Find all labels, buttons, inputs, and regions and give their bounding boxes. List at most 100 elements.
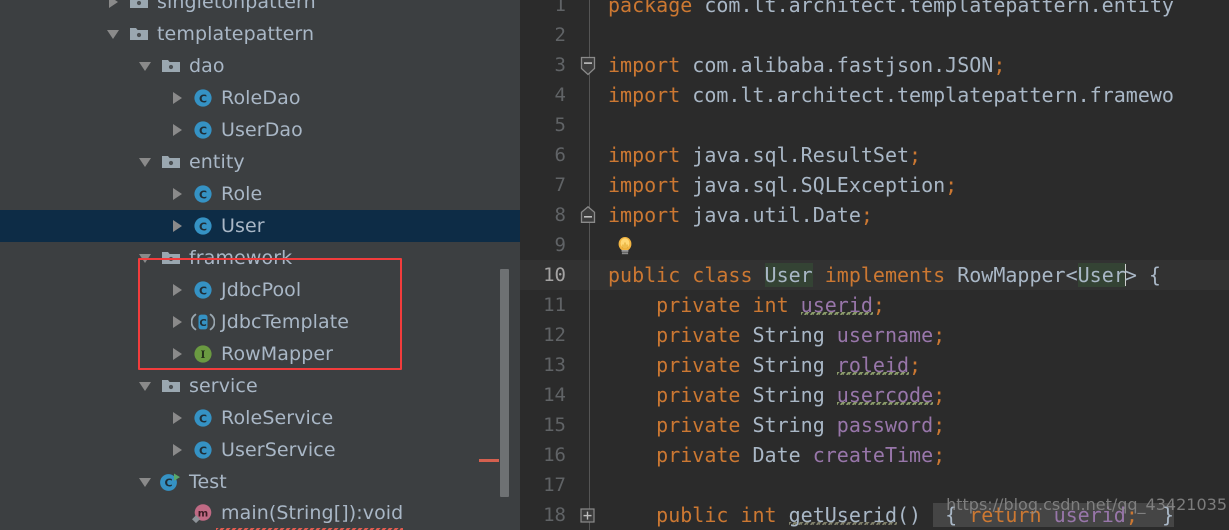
tree-row[interactable]: C UserService bbox=[0, 434, 520, 466]
chevron-right-icon[interactable] bbox=[164, 188, 190, 200]
ide-window: singletonpattern templatepattern dao C RoleD… bbox=[0, 0, 1229, 530]
line-number: 2 bbox=[554, 24, 566, 46]
line-number: 16 bbox=[543, 444, 566, 466]
tree-row[interactable]: m main(String[]):void bbox=[0, 496, 520, 530]
line-number: 7 bbox=[554, 174, 566, 196]
code-text[interactable]: import com.lt.architect.templatepattern.… bbox=[608, 80, 1174, 110]
editor-line[interactable]: 14 private String usercode; bbox=[520, 380, 1229, 410]
code-token: String bbox=[752, 353, 837, 377]
code-token: User bbox=[1077, 263, 1126, 287]
class-icon: C bbox=[190, 216, 216, 236]
tree-row[interactable]: C RoleService bbox=[0, 402, 520, 434]
tree-row[interactable]: C JdbcTemplate bbox=[0, 306, 520, 338]
code-token: Date bbox=[752, 443, 813, 467]
editor-lines[interactable]: 1 package com.lt.architect.templatepatter… bbox=[520, 0, 1229, 530]
editor-line[interactable]: 2 bbox=[520, 20, 1229, 50]
code-token: java.sql.ResultSet bbox=[692, 143, 910, 167]
chevron-right-icon[interactable] bbox=[164, 284, 190, 296]
fold-gutter bbox=[572, 230, 608, 260]
tree-item-label: RoleService bbox=[221, 407, 334, 429]
code-text[interactable]: public class User implements RowMapper<U… bbox=[608, 260, 1161, 290]
chevron-down-icon[interactable] bbox=[132, 381, 158, 391]
svg-text:C: C bbox=[199, 318, 206, 329]
code-text[interactable]: private String username; bbox=[608, 320, 945, 350]
tree-row[interactable]: C RoleDao bbox=[0, 82, 520, 114]
fold-gutter bbox=[572, 320, 608, 350]
chevron-right-icon[interactable] bbox=[100, 0, 126, 8]
chevron-right-icon[interactable] bbox=[164, 444, 190, 456]
editor-line[interactable]: 13 private String roleid; bbox=[520, 350, 1229, 380]
code-text[interactable]: import java.sql.ResultSet; bbox=[608, 140, 921, 170]
editor-line[interactable]: 4 import com.lt.architect.templatepattern… bbox=[520, 80, 1229, 110]
chevron-right-icon[interactable] bbox=[164, 220, 190, 232]
code-text[interactable]: private String password; bbox=[608, 410, 945, 440]
editor-line[interactable]: 9 bbox=[520, 230, 1229, 260]
editor-line[interactable]: 10 public class User implements RowMapper… bbox=[520, 260, 1229, 290]
editor-line[interactable]: 16 private Date createTime; bbox=[520, 440, 1229, 470]
tree-item-label: User bbox=[221, 215, 265, 237]
line-number: 4 bbox=[554, 84, 566, 106]
folder-icon bbox=[158, 58, 184, 74]
code-token: String bbox=[752, 413, 837, 437]
intention-bulb-icon[interactable] bbox=[615, 235, 635, 261]
editor-line[interactable]: 15 private String password; bbox=[520, 410, 1229, 440]
fold-gutter bbox=[572, 380, 608, 410]
code-text[interactable]: private String roleid; bbox=[608, 350, 921, 380]
tree-item-label: singletonpattern bbox=[157, 0, 316, 13]
tree-row[interactable]: C JdbcPool bbox=[0, 274, 520, 306]
editor-line[interactable]: 11 private int userid; bbox=[520, 290, 1229, 320]
project-tree[interactable]: singletonpattern templatepattern dao C RoleD… bbox=[0, 0, 520, 530]
line-number: 10 bbox=[543, 264, 566, 286]
editor-line[interactable]: 7 import java.sql.SQLException; bbox=[520, 170, 1229, 200]
tree-row[interactable]: entity bbox=[0, 146, 520, 178]
chevron-right-icon[interactable] bbox=[164, 316, 190, 328]
chevron-down-icon[interactable] bbox=[132, 157, 158, 167]
fold-region-end-icon[interactable] bbox=[580, 205, 596, 228]
tree-row[interactable]: dao bbox=[0, 50, 520, 82]
fold-gutter bbox=[572, 410, 608, 440]
code-text[interactable]: private String usercode; bbox=[608, 380, 945, 410]
tree-row[interactable]: C User bbox=[0, 210, 520, 242]
interface-icon: I bbox=[190, 344, 216, 364]
chevron-right-icon[interactable] bbox=[164, 412, 190, 424]
editor-line[interactable]: 1 package com.lt.architect.templatepatter… bbox=[520, 0, 1229, 20]
code-text[interactable]: package com.lt.architect.templatepattern… bbox=[608, 0, 1174, 20]
code-text[interactable]: import java.sql.SQLException; bbox=[608, 170, 957, 200]
code-token: ; bbox=[909, 143, 922, 167]
editor-line[interactable]: 12 private String username; bbox=[520, 320, 1229, 350]
code-text[interactable]: import com.alibaba.fastjson.JSON; bbox=[608, 50, 1005, 80]
chevron-right-icon[interactable] bbox=[164, 124, 190, 136]
chevron-down-icon[interactable] bbox=[132, 253, 158, 263]
fold-expand-icon[interactable] bbox=[580, 508, 595, 527]
editor-line[interactable]: 6 import java.sql.ResultSet; bbox=[520, 140, 1229, 170]
chevron-down-icon[interactable] bbox=[132, 477, 158, 487]
code-text[interactable]: private int userid; bbox=[608, 290, 885, 320]
fold-gutter bbox=[572, 50, 608, 80]
tree-row[interactable]: C Test bbox=[0, 466, 520, 498]
project-tool-window[interactable]: singletonpattern templatepattern dao C RoleD… bbox=[0, 0, 520, 530]
tree-row[interactable]: service bbox=[0, 370, 520, 402]
code-token: import bbox=[608, 53, 693, 77]
editor-line[interactable]: 8 import java.util.Date; bbox=[520, 200, 1229, 230]
code-text[interactable]: import java.util.Date; bbox=[608, 200, 873, 230]
tree-row[interactable]: C UserDao bbox=[0, 114, 520, 146]
code-token: < bbox=[1065, 263, 1078, 287]
tree-row[interactable]: C Role bbox=[0, 178, 520, 210]
chevron-right-icon[interactable] bbox=[164, 92, 190, 104]
code-text[interactable]: private Date createTime; bbox=[608, 440, 945, 470]
chevron-right-icon[interactable] bbox=[164, 348, 190, 360]
project-tree-scrollbar[interactable] bbox=[500, 269, 509, 497]
tree-row[interactable]: framework bbox=[0, 242, 520, 274]
chevron-down-icon[interactable] bbox=[132, 61, 158, 71]
editor-line[interactable]: 5 bbox=[520, 110, 1229, 140]
tree-row[interactable]: I RowMapper bbox=[0, 338, 520, 370]
code-token: createTime bbox=[812, 443, 934, 467]
tree-row[interactable]: templatepattern bbox=[0, 18, 520, 50]
tree-row[interactable]: singletonpattern bbox=[0, 0, 520, 18]
editor-line[interactable]: 3 import com.alibaba.fastjson.JSON; bbox=[520, 50, 1229, 80]
fold-region-start-icon[interactable] bbox=[580, 56, 596, 80]
editor-pane[interactable]: 1 package com.lt.architect.templatepatter… bbox=[520, 0, 1229, 530]
chevron-down-icon[interactable] bbox=[100, 29, 126, 39]
